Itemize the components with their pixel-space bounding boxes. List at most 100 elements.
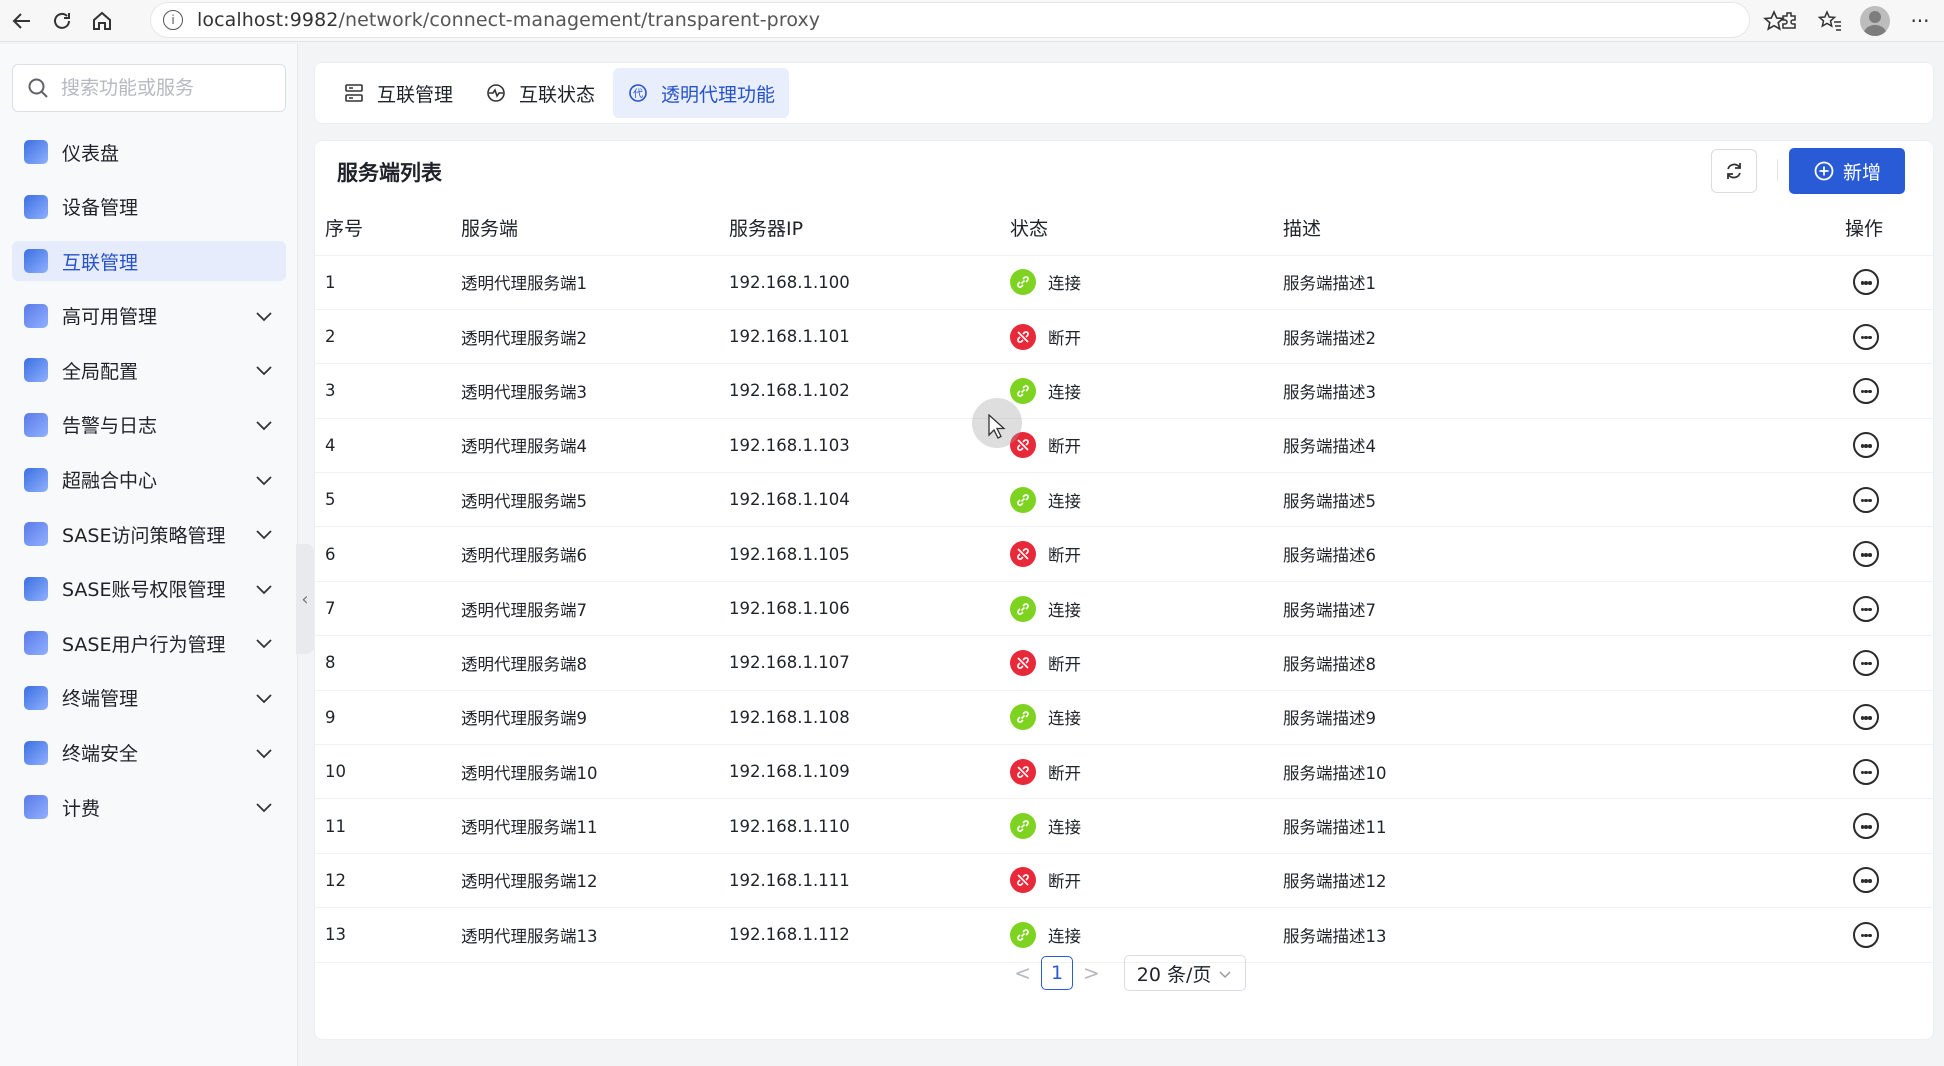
server-list-panel: 服务端列表 新增 序号 服务端 服务器IP 状态 描述 操作 1 透明代理服务端1… [314,140,1935,1040]
search-box[interactable] [12,64,286,112]
cell-server-ip: 192.168.1.104 [719,472,1000,528]
sidebar-item-label: SASE用户行为管理 [62,633,226,656]
table-row: 2 透明代理服务端2 192.168.1.101 断开 服务端描述2 [315,309,1935,365]
cell-status: 断开 [1000,526,1273,582]
sidebar-item[interactable]: 告警与日志 [12,405,286,445]
chevron-down-icon[interactable] [252,413,276,437]
more-actions-icon[interactable] [1853,704,1879,731]
toolbar-divider [1777,159,1778,181]
network-icon [24,249,48,274]
more-actions-icon[interactable] [1853,541,1879,568]
page-size-select[interactable]: 20 条/页 [1123,955,1246,991]
cell-server-name: 透明代理服务端3 [451,363,719,419]
more-actions-icon[interactable] [1853,758,1879,785]
more-actions-icon[interactable] [1853,813,1879,840]
cell-server-ip: 192.168.1.105 [719,526,1000,582]
sidebar-item-label: 计费 [62,797,101,820]
chevron-down-icon[interactable] [252,686,276,710]
table-row: 7 透明代理服务端7 192.168.1.106 连接 服务端描述7 [315,581,1935,637]
sidebar-item[interactable]: 计费 [12,787,286,827]
cell-actions [1523,255,1935,310]
favorite-star-icon[interactable] [1754,1,1794,41]
sidebar-item[interactable]: 高可用管理 [12,296,286,336]
cell-actions [1523,309,1935,365]
tab-connect-management[interactable]: 互联管理 [329,68,467,118]
table-row: 10 透明代理服务端10 192.168.1.109 断开 服务端描述10 [315,744,1935,800]
sidebar-item[interactable]: 仪表盘 [12,132,286,172]
server-list-icon [345,84,363,102]
cell-description: 服务端描述7 [1273,581,1523,637]
cell-status: 断开 [1000,853,1273,909]
link-connected-icon [1010,377,1036,404]
chevron-down-icon[interactable] [252,304,276,328]
reload-icon[interactable] [42,1,82,41]
chevron-down-icon [1219,971,1231,979]
more-menu-icon[interactable]: ··· [1900,1,1940,41]
cell-server-ip: 192.168.1.100 [719,255,1000,310]
page-number-button[interactable]: 1 [1041,956,1073,990]
chevron-down-icon[interactable] [252,468,276,492]
more-actions-icon[interactable] [1853,595,1879,622]
hci-icon [24,467,48,492]
more-actions-icon[interactable] [1853,649,1879,676]
status-label: 连接 [1048,274,1081,294]
table-row: 3 透明代理服务端3 192.168.1.102 连接 服务端描述3 [315,363,1935,419]
next-page-button[interactable]: > [1083,961,1100,985]
sidebar-item[interactable]: 终端管理 [12,678,286,718]
cell-description: 服务端描述5 [1273,472,1523,528]
cell-server-name: 透明代理服务端1 [451,255,719,310]
sidebar-item[interactable]: SASE账号权限管理 [12,569,286,609]
sidebar-item[interactable]: 超融合中心 [12,460,286,500]
sidebar-item[interactable]: SASE访问策略管理 [12,514,286,554]
device-icon [24,194,48,219]
search-input[interactable] [61,77,261,99]
refresh-button[interactable] [1711,149,1757,193]
alarm-icon [24,412,48,437]
sidebar-item-label: 告警与日志 [62,415,158,438]
sidebar-item[interactable]: 终端安全 [12,733,286,773]
more-actions-icon[interactable] [1853,921,1879,948]
sidebar-item[interactable]: 互联管理 [12,241,286,282]
cell-actions [1523,635,1935,691]
cell-description: 服务端描述4 [1273,418,1523,474]
chevron-down-icon[interactable] [252,795,276,819]
chevron-down-icon[interactable] [252,631,276,655]
add-button[interactable]: 新增 [1789,148,1905,194]
sidebar-collapse-handle[interactable]: ‹ [296,544,314,654]
sidebar-item-label: 仪表盘 [62,142,120,165]
site-info-icon[interactable]: i [163,10,183,30]
more-actions-icon[interactable] [1853,269,1879,296]
sidebar-item[interactable]: SASE用户行为管理 [12,623,286,663]
tab-connect-status[interactable]: 互联状态 [471,68,609,118]
more-actions-icon[interactable] [1853,323,1879,350]
dashboard-icon [24,140,48,164]
cell-description: 服务端描述12 [1273,853,1523,909]
sidebar-item[interactable]: 全局配置 [12,350,286,390]
link-broken-icon [1010,649,1036,676]
more-actions-icon[interactable] [1853,432,1879,459]
sidebar-item-label: 终端安全 [62,743,139,766]
status-label: 连接 [1048,382,1081,402]
panel-title: 服务端列表 [337,161,442,185]
chevron-down-icon[interactable] [252,522,276,546]
cell-server-name: 透明代理服务端4 [451,418,719,474]
more-actions-icon[interactable] [1853,867,1879,894]
chevron-down-icon[interactable] [252,577,276,601]
column-header-description: 描述 [1273,201,1523,256]
sidebar-item[interactable]: 设备管理 [12,187,286,227]
sase-policy-icon [24,522,48,547]
back-icon[interactable] [2,1,42,41]
pulse-status-icon [487,84,505,102]
favorites-list-icon[interactable] [1810,1,1850,41]
cell-index: 10 [315,744,451,800]
address-bar[interactable]: i localhost:9982/network/connect-managem… [150,2,1750,38]
chevron-down-icon[interactable] [252,358,276,382]
prev-page-button[interactable]: < [1014,961,1031,985]
tab-transparent-proxy[interactable]: 代 透明代理功能 [613,68,790,118]
more-actions-icon[interactable] [1853,486,1879,513]
chevron-down-icon[interactable] [252,741,276,765]
profile-avatar[interactable] [1860,6,1890,36]
more-actions-icon[interactable] [1853,377,1879,404]
link-connected-icon [1010,813,1036,840]
home-icon[interactable] [82,1,122,41]
